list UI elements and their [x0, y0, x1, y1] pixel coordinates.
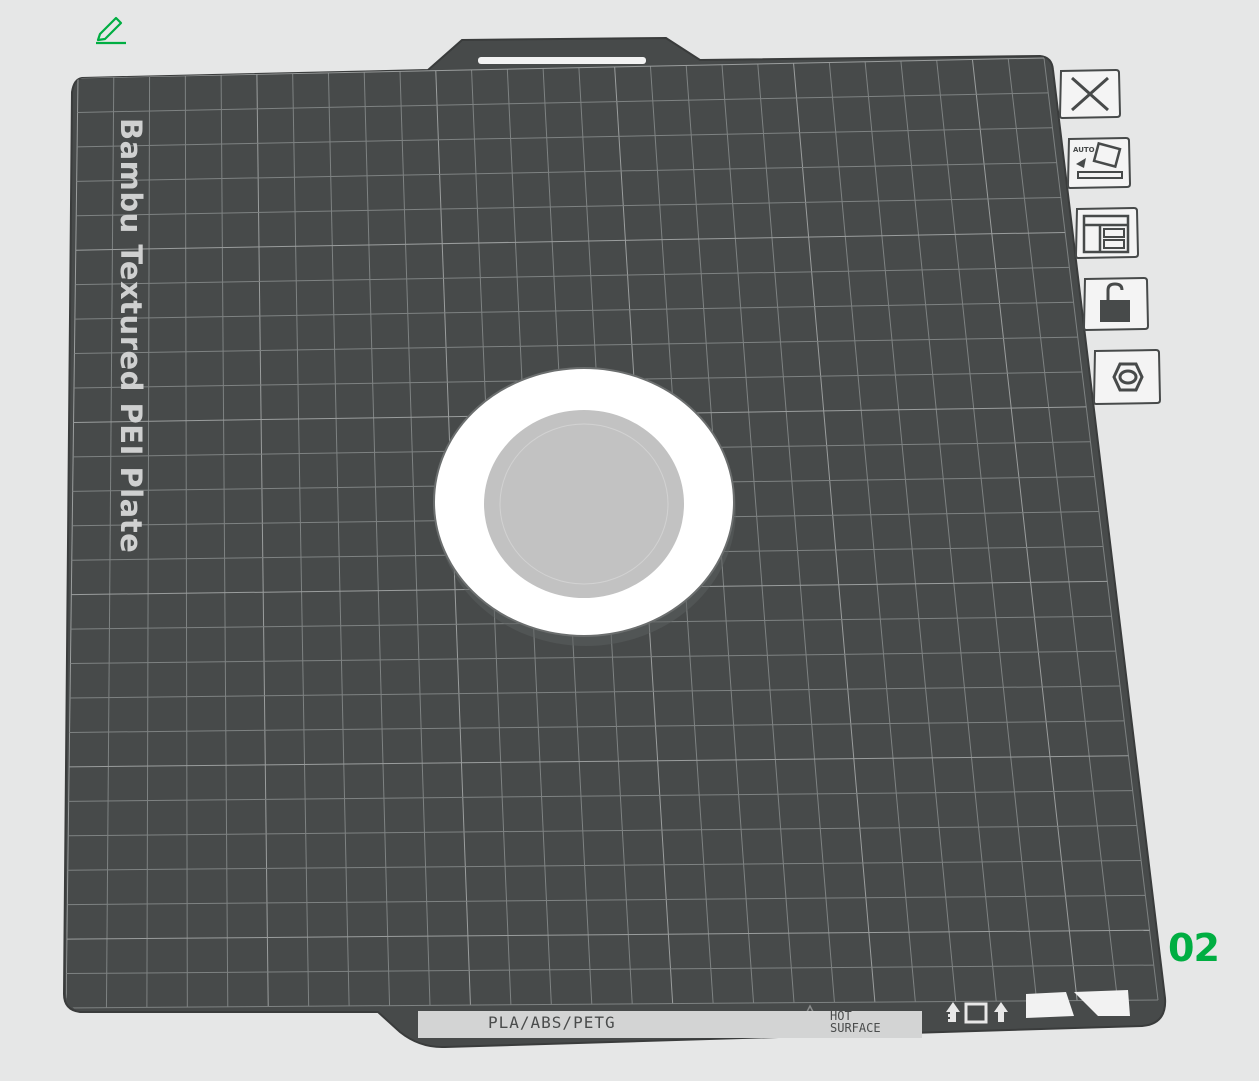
material-label: PLA/ABS/PETG [488, 1013, 616, 1032]
3d-viewport[interactable]: Bambu Textured PEI Plate PLA/ABS/PETG HO… [0, 0, 1259, 1081]
close-icon[interactable] [1058, 68, 1122, 120]
plate-label-strip: PLA/ABS/PETG HOT SURFACE [418, 1009, 922, 1038]
auto-orient-icon[interactable]: AUTO [1066, 136, 1132, 190]
edit-pencil-icon[interactable] [92, 12, 130, 46]
plate-handle [478, 57, 646, 64]
plate-settings-icon[interactable] [1092, 348, 1162, 406]
arrange-icon[interactable] [1074, 206, 1140, 260]
svg-text:AUTO: AUTO [1073, 146, 1095, 154]
lock-icon[interactable] [1082, 276, 1150, 332]
plate-type-label: Bambu Textured PEI Plate [114, 118, 148, 554]
surface-label: SURFACE [830, 1021, 881, 1035]
plate-number: 02 [1168, 926, 1220, 970]
plate-corner-tab [1026, 992, 1074, 1018]
model-object [433, 367, 736, 646]
